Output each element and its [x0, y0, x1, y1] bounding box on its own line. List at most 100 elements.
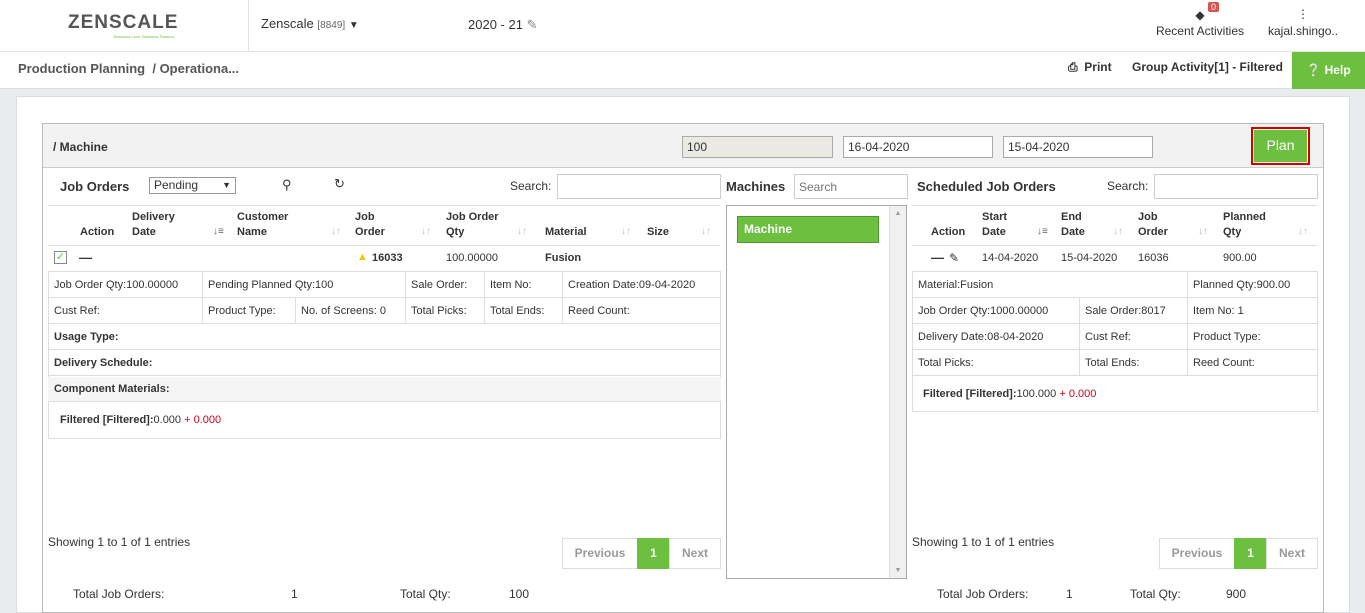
sched-filtered-label: Filtered [Filtered]:: [923, 388, 1017, 400]
job-orders-total-qty-value: 100: [509, 587, 530, 601]
scheduled-total-qty-label: Total Qty:: [1130, 587, 1181, 601]
breadcrumb-root[interactable]: Production Planning: [18, 61, 145, 76]
scheduled-next-button[interactable]: Next: [1266, 538, 1318, 569]
job-orders-total-label: Total Job Orders:: [73, 587, 165, 601]
recent-activities[interactable]: ◆ 0 Recent Activities: [1155, 2, 1245, 38]
row-checkbox[interactable]: ✓: [54, 251, 67, 264]
edit-icon: ✎: [526, 17, 538, 32]
sched-detail-sale-order: Sale Order:8017: [1085, 305, 1166, 317]
logo-text: ZENSCALE: [68, 12, 179, 33]
sort-icon: ↓↑: [421, 226, 431, 237]
status-filter-select[interactable]: Pending ▼: [149, 177, 236, 194]
sched-col-start-date[interactable]: Start Date: [982, 210, 1022, 240]
sched-detail-material: Material:Fusion: [918, 279, 994, 291]
col-customer-name-label: Customer Name: [237, 211, 289, 238]
sched-col-end-date[interactable]: End Date: [1061, 210, 1101, 240]
col-material[interactable]: Material: [545, 225, 587, 240]
scheduled-search-label: Search:: [1107, 179, 1149, 193]
machines-search-input[interactable]: [794, 174, 908, 199]
detail-component-materials: Component Materials:: [54, 383, 170, 395]
refresh-icon[interactable]: ↻: [334, 176, 345, 192]
job-orders-search-label: Search:: [510, 179, 552, 193]
sched-col-action[interactable]: Action: [931, 225, 965, 240]
sort-icon: ↓↑: [1113, 226, 1123, 237]
sched-row-end: 15-04-2020: [1061, 252, 1118, 264]
collapse-icon[interactable]: —: [79, 250, 92, 265]
sched-detail-filtered: Filtered [Filtered]:100.000 + 0.000: [923, 388, 1096, 400]
plan-button[interactable]: Plan: [1251, 127, 1310, 165]
date-from-field[interactable]: [843, 136, 993, 158]
notification-badge: 0: [1208, 2, 1220, 12]
help-button[interactable]: ❔ Help: [1292, 52, 1365, 89]
filtered-value: 0.000: [153, 414, 182, 426]
sort-icon: ↓↑: [1198, 226, 1208, 237]
detail-pending-planned-qty: Pending Planned Qty:100: [208, 279, 334, 291]
sort-icon: ↓≡: [1037, 226, 1048, 237]
help-icon: ❔: [1306, 63, 1322, 77]
logo[interactable]: ZENSCALE Business Love. Business Passion…: [68, 12, 188, 42]
col-job-order-qty[interactable]: Job Order Qty: [446, 210, 506, 240]
warning-icon: ▲: [357, 251, 368, 263]
fiscal-year: 2020 - 21: [468, 17, 523, 32]
job-orders-search-input[interactable]: [557, 174, 721, 199]
group-activity-link[interactable]: Group Activity[1] - Filtered: [1132, 60, 1283, 74]
machines-title: Machines: [726, 179, 786, 194]
detail-total-ends: Total Ends:: [490, 305, 545, 317]
col-action[interactable]: Action: [80, 225, 114, 240]
detail-usage-type: Usage Type:: [54, 331, 119, 343]
machines-list: [726, 205, 907, 579]
scheduled-page-1[interactable]: 1: [1234, 538, 1267, 569]
sched-col-planned-qty[interactable]: Planned Qty: [1223, 210, 1273, 240]
chevron-down-icon: ▼: [348, 20, 359, 31]
sched-detail-item-no: Item No: 1: [1193, 305, 1244, 317]
sched-col-start-date-label: Start Date: [982, 211, 1008, 238]
sched-col-job-order[interactable]: Job Order: [1138, 210, 1178, 240]
job-orders-page-1[interactable]: 1: [637, 538, 670, 569]
col-job-order-label: Job Order: [355, 211, 385, 238]
quantity-field[interactable]: [682, 136, 833, 158]
job-orders-next-button[interactable]: Next: [669, 538, 721, 569]
search-icon[interactable]: ⚲: [282, 177, 292, 193]
recent-activities-label: Recent Activities: [1155, 24, 1245, 38]
scroll-up-icon: ▲: [894, 210, 902, 217]
page-title: / Machine: [53, 140, 108, 154]
company-id: [8849]: [317, 20, 346, 31]
col-job-order[interactable]: Job Order: [355, 210, 395, 240]
machine-item[interactable]: Machine: [737, 216, 879, 243]
print-button[interactable]: ⎙ Print: [1068, 60, 1112, 75]
help-label: Help: [1324, 63, 1351, 77]
job-orders-previous-button[interactable]: Previous: [562, 538, 638, 569]
sched-detail-product-type: Product Type:: [1193, 331, 1261, 343]
col-size[interactable]: Size: [647, 225, 669, 240]
machines-scrollbar[interactable]: ▲ ▼: [889, 206, 906, 578]
sched-row-planned-qty: 900.00: [1223, 252, 1257, 264]
job-orders-showing: Showing 1 to 1 of 1 entries: [48, 535, 191, 549]
date-to-field[interactable]: [1003, 136, 1153, 158]
scheduled-total-qty-value: 900: [1226, 587, 1247, 601]
detail-delivery-schedule: Delivery Schedule:: [54, 357, 153, 369]
sched-detail-total-ends: Total Ends:: [1085, 357, 1140, 369]
printer-icon: ⎙: [1068, 60, 1078, 74]
company-name: Zenscale: [261, 16, 314, 31]
detail-filtered: Filtered [Filtered]:0.000 + 0.000: [60, 414, 221, 426]
sort-icon: ↓↑: [331, 226, 341, 237]
job-orders-total-qty-label: Total Qty:: [400, 587, 451, 601]
user-menu[interactable]: ⋮ kajal.shingo..: [1268, 8, 1338, 38]
sched-detail-planned-qty: Planned Qty:900.00: [1193, 279, 1291, 291]
col-delivery-date[interactable]: Delivery Date: [132, 210, 192, 240]
bell-icon: ◆: [1195, 8, 1205, 22]
col-job-order-qty-label: Job Order Qty: [446, 211, 499, 238]
sched-detail-delivery-date: Delivery Date:08-04-2020: [918, 331, 1044, 343]
edit-icon[interactable]: ✎: [949, 251, 959, 265]
col-customer-name[interactable]: Customer Name: [237, 210, 297, 240]
detail-product-type: Product Type:: [208, 305, 276, 317]
chevron-down-icon: ▼: [222, 180, 231, 190]
company-selector[interactable]: Zenscale [8849] ▼: [261, 16, 359, 31]
collapse-icon[interactable]: —: [931, 250, 944, 265]
logo-tagline: Business Love. Business Passion.: [114, 34, 175, 39]
sort-icon: ↓↑: [621, 226, 631, 237]
fiscal-year-selector[interactable]: 2020 - 21 ✎: [468, 17, 537, 33]
scheduled-search-input[interactable]: [1154, 174, 1318, 199]
scheduled-previous-button[interactable]: Previous: [1159, 538, 1235, 569]
kebab-icon: ⋮: [1297, 7, 1309, 21]
